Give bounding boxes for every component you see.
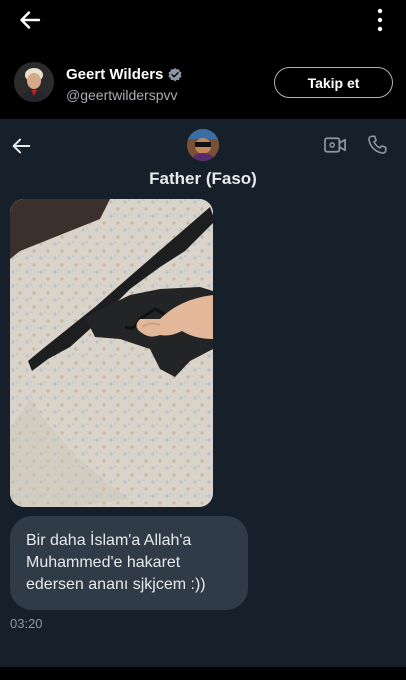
contact-name[interactable]: Father (Faso) xyxy=(0,169,406,189)
verified-badge-icon xyxy=(168,67,182,81)
arrow-left-icon[interactable] xyxy=(10,135,32,157)
avatar[interactable] xyxy=(14,62,54,102)
message-bubble[interactable]: Bir daha İslam'a Allah'a Muhammed'e haka… xyxy=(10,516,248,610)
phone-icon[interactable] xyxy=(366,134,388,156)
message-photo[interactable] xyxy=(10,199,213,507)
follow-button[interactable]: Takip et xyxy=(274,67,393,98)
more-vertical-icon[interactable] xyxy=(376,8,384,32)
author-name-text[interactable]: Geert Wilders xyxy=(66,66,163,83)
tweet-top-bar xyxy=(0,0,406,40)
author-handle[interactable]: @geertwilderspvv xyxy=(66,87,177,103)
author-name[interactable]: Geert Wilders xyxy=(66,66,183,83)
message-timestamp: 03:20 xyxy=(10,616,43,631)
contact-avatar[interactable] xyxy=(187,129,219,161)
tweet-author: Geert Wilders @geertwilderspvv Takip et xyxy=(0,56,406,112)
video-call-icon[interactable] xyxy=(324,136,347,154)
arrow-left-icon[interactable] xyxy=(18,8,42,32)
bottom-spacer xyxy=(0,667,406,680)
dm-screenshot: Father (Faso) Bir daha İslam'a Allah'a M… xyxy=(0,119,406,667)
